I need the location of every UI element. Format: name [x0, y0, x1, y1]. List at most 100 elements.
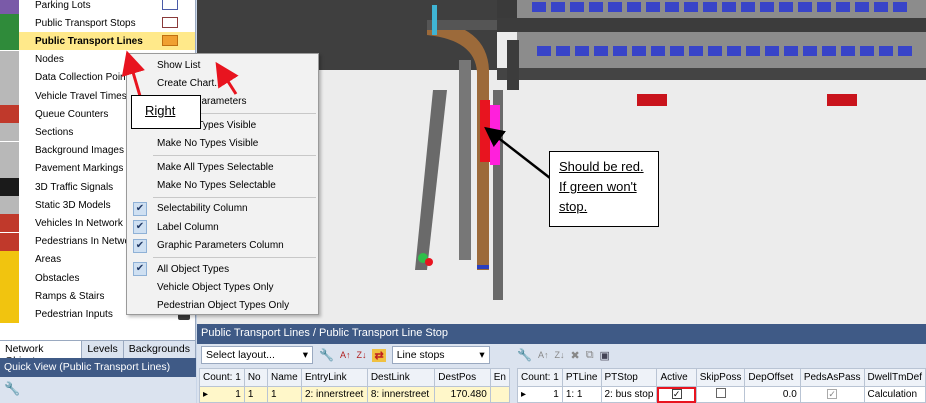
cell-skipposs[interactable] [695, 386, 746, 403]
col-count[interactable]: Count: 1 [517, 368, 563, 387]
checkmark-icon: ✔ [133, 238, 147, 253]
line-stops-select[interactable]: Line stops ▾ [391, 346, 490, 364]
quick-view-toolbar: 🔧 [0, 377, 196, 403]
sort-ascending-icon[interactable]: A↑ [538, 350, 549, 360]
right-list-toolbar: 🔧 A↑ Z↓ ✖ ⧉ ▣ [513, 345, 926, 365]
duplicate-icon[interactable]: ⧉ [586, 349, 594, 362]
network-object-label: Static 3D Models [35, 199, 111, 211]
menu-item-label: Label Column [157, 221, 219, 233]
menu-item-label: Graphic Parameters Column [157, 240, 284, 252]
save-icon[interactable]: ▣ [600, 349, 610, 362]
delete-icon[interactable]: ✖ [570, 349, 579, 362]
col-entrylink[interactable]: EntryLink [300, 368, 368, 387]
network-object-label: Queue Counters [35, 108, 109, 120]
menu-item-label: Pedestrian Object Types Only [157, 300, 290, 312]
tab-backgrounds[interactable]: Backgrounds [124, 341, 196, 358]
col-ptline[interactable]: PTLine [561, 368, 602, 387]
cell-depoffset[interactable]: 0.0 [744, 386, 801, 403]
cell-en[interactable] [489, 386, 511, 403]
wrench-icon[interactable]: 🔧 [4, 381, 20, 397]
cell-dwelltmdef[interactable]: Calculation [863, 386, 926, 403]
col-dwelltmdef[interactable]: DwellTmDef [863, 368, 926, 387]
cell-name[interactable]: 1 [267, 386, 302, 403]
checkmark-icon: ✔ [133, 262, 147, 276]
table-row[interactable]: ▸ 1 1: 1 2: bus stop ✓ 0.0 ✓ Calculation [517, 386, 926, 403]
cell-count[interactable]: ▸ 1 [517, 386, 563, 403]
context-menu: Show List Create Chart... Graphic Paramete… [126, 53, 319, 315]
col-destpos[interactable]: DestPos [434, 368, 491, 387]
color-swatch[interactable] [162, 17, 178, 29]
color-swatch[interactable] [162, 35, 178, 47]
color-swatch[interactable] [162, 0, 178, 10]
app-window: Parking Lots Public Transport Stops Public… [0, 0, 926, 403]
callout-note-line-1: Should be red. [559, 159, 644, 174]
col-en[interactable]: En [489, 368, 511, 387]
stopwatch-icon [0, 87, 19, 105]
cell-destpos[interactable]: 170.480 [434, 386, 491, 403]
network-object-label: Pedestrian Inputs [35, 308, 113, 320]
cell-destlink[interactable]: 8: innerstreet [366, 386, 436, 403]
col-ptstop[interactable]: PTStop [600, 368, 658, 387]
pt-line-icon [0, 32, 19, 51]
active-checkbox[interactable]: ✓ [671, 389, 682, 399]
col-skipposs[interactable]: SkipPoss [695, 368, 746, 387]
parking-lot-icon [0, 0, 19, 14]
menu-item[interactable]: ✔ Label Column [127, 218, 318, 236]
pedsaspass-checkbox[interactable]: ✓ [827, 389, 838, 399]
network-object-row[interactable]: Parking Lots [0, 0, 195, 14]
tab-levels[interactable]: Levels [82, 341, 124, 358]
stairs-icon [0, 287, 19, 306]
network-object-row[interactable]: Public Transport Lines [0, 32, 195, 51]
callout-note: Should be red. If green won't stop. [549, 151, 659, 227]
checkmark-icon: ✔ [133, 201, 147, 216]
layout-select[interactable]: Select layout... ▾ [201, 346, 313, 364]
network-object-row[interactable]: Public Transport Stops [0, 14, 195, 33]
layout-select-value: Select layout... [206, 349, 275, 361]
wrench-icon[interactable]: 🔧 [319, 348, 334, 362]
col-pedsaspass[interactable]: PedsAsPass [799, 368, 865, 387]
row-pointer-icon: ▸ [521, 389, 527, 400]
menu-item[interactable]: Vehicle Object Types Only [127, 278, 318, 296]
cell-ptstop[interactable]: 2: bus stop [600, 386, 658, 403]
cell-no[interactable]: 1 [243, 386, 269, 403]
menu-item[interactable]: Create Chart... [127, 74, 318, 92]
cell-entrylink[interactable]: 2: innerstreet [300, 386, 368, 403]
network-object-label: Data Collection Points [35, 72, 134, 84]
skipposs-checkbox[interactable] [715, 388, 726, 398]
menu-item[interactable]: Make No Types Selectable [127, 176, 318, 194]
menu-item[interactable]: Make No Types Visible [127, 135, 318, 153]
wrench-icon[interactable]: 🔧 [517, 348, 532, 362]
table-row[interactable]: ▸ 1 1 1 2: innerstreet 8: innerstreet 17… [199, 386, 511, 403]
grid-header-row: Count: 1 PTLine PTStop Active SkipPoss D… [517, 368, 926, 387]
traffic-signal-icon [0, 178, 19, 196]
tab-network-objects[interactable]: Network Objects [0, 341, 83, 367]
sort-descending-icon[interactable]: Z↓ [356, 350, 366, 360]
col-depoffset[interactable]: DepOffset [744, 368, 801, 387]
menu-item-label: Make All Types Selectable [157, 161, 274, 173]
menu-item[interactable]: ✔ Selectability Column [127, 200, 318, 218]
quick-view-title: Quick View (Public Transport Lines) [0, 358, 196, 377]
quick-view-panel: Quick View (Public Transport Lines) 🔧 [0, 358, 196, 403]
area-icon [0, 250, 19, 269]
menu-item[interactable]: Make All Types Selectable [127, 158, 318, 176]
col-active[interactable]: Active [656, 368, 697, 387]
col-name[interactable]: Name [267, 368, 302, 387]
menu-separator [153, 196, 316, 198]
sync-icon[interactable]: ⇄ [372, 348, 386, 362]
cell-ptline[interactable]: 1: 1 [561, 386, 602, 403]
menu-item[interactable]: ✔ All Object Types [127, 260, 318, 278]
cell-active[interactable]: ✓ [656, 386, 697, 403]
data-collection-icon [0, 68, 19, 87]
menu-item[interactable]: Show List [127, 56, 318, 74]
cell-pedsaspass[interactable]: ✓ [799, 386, 865, 403]
menu-item[interactable]: ✔ Graphic Parameters Column [127, 237, 318, 255]
cell-count[interactable]: ▸ 1 [199, 386, 245, 403]
col-destlink[interactable]: DestLink [366, 368, 436, 387]
callout-right: Right [131, 95, 201, 129]
menu-item[interactable]: Pedestrian Object Types Only [127, 297, 318, 315]
network-object-label: Pedestrians In Network [35, 236, 139, 248]
sort-ascending-icon[interactable]: A↑ [340, 350, 351, 360]
col-no[interactable]: No [243, 368, 269, 387]
col-count[interactable]: Count: 1 [199, 368, 245, 387]
sort-descending-icon[interactable]: Z↓ [554, 350, 564, 360]
